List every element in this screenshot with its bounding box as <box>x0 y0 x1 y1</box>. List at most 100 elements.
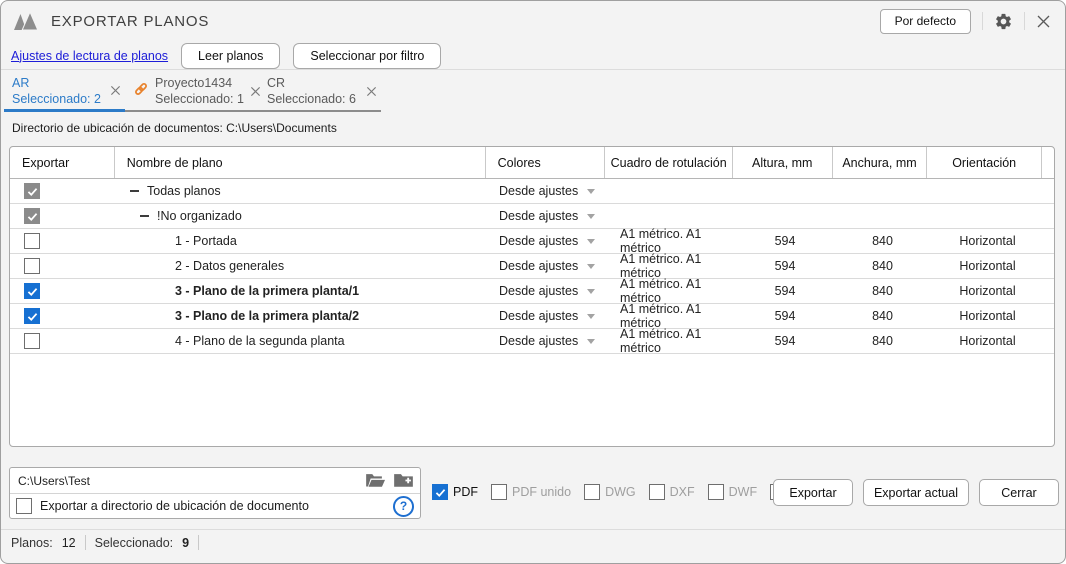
tab-close-icon[interactable] <box>366 86 377 97</box>
plan-name: 3 - Plano de la primera planta/1 <box>175 284 359 298</box>
colores-dropdown[interactable]: Desde ajustes <box>487 254 607 278</box>
colores-dropdown[interactable]: Desde ajustes <box>487 229 607 253</box>
column-header[interactable]: Nombre de plano <box>115 147 486 178</box>
collapse-icon[interactable] <box>130 190 139 192</box>
plan-name: !No organizado <box>157 209 242 223</box>
table-row[interactable]: Todas planos Desde ajustes <box>10 179 1054 204</box>
column-header[interactable]: Cuadro de rotulación <box>605 147 733 178</box>
row-checkbox[interactable] <box>24 258 40 274</box>
colores-dropdown[interactable]: Desde ajustes <box>487 204 607 228</box>
colores-dropdown[interactable]: Desde ajustes <box>487 329 607 353</box>
table-body: Todas planos Desde ajustes !No organizado D… <box>10 179 1054 354</box>
plans-table: ExportarNombre de planoColoresCuadro de … <box>9 146 1055 447</box>
document-tab[interactable]: ARSeleccionado: 2 <box>4 72 125 112</box>
plan-name: Todas planos <box>147 184 221 198</box>
settings-gear-icon[interactable] <box>994 12 1013 31</box>
export-button[interactable]: Exportar <box>773 479 853 506</box>
select-by-filter-button[interactable]: Seleccionar por filtro <box>293 43 441 69</box>
reading-settings-link[interactable]: Ajustes de lectura de planos <box>11 49 168 63</box>
altura-cell <box>735 204 835 228</box>
table-row[interactable]: 4 - Plano de la segunda planta Desde ajus… <box>10 329 1054 354</box>
default-button[interactable]: Por defecto <box>880 9 971 34</box>
format-label: PDF unido <box>512 485 571 499</box>
colores-value: Desde ajustes <box>499 184 578 198</box>
format-checkbox[interactable] <box>708 484 724 500</box>
cuadro-cell: A1 métrico. A1 métrico <box>607 304 735 328</box>
plan-name-cell: 3 - Plano de la primera planta/1 <box>115 279 487 303</box>
colores-dropdown[interactable]: Desde ajustes <box>487 304 607 328</box>
chevron-down-icon <box>587 289 595 294</box>
dialog-title: EXPORTAR PLANOS <box>51 13 209 30</box>
table-row[interactable]: !No organizado Desde ajustes <box>10 204 1054 229</box>
close-button[interactable]: Cerrar <box>979 479 1059 506</box>
cuadro-cell: A1 métrico. A1 métrico <box>607 279 735 303</box>
row-filler <box>1045 304 1054 328</box>
row-checkbox[interactable] <box>24 283 40 299</box>
format-checkbox[interactable] <box>649 484 665 500</box>
colores-value: Desde ajustes <box>499 334 578 348</box>
window-close-icon[interactable] <box>1036 14 1051 29</box>
format-option[interactable]: DWG <box>584 484 636 500</box>
tab-status: Seleccionado: 2 <box>12 91 101 107</box>
column-header[interactable]: Exportar <box>10 147 115 178</box>
row-checkbox[interactable] <box>24 183 40 199</box>
titlebar-controls: Por defecto <box>880 9 1051 34</box>
format-checkbox[interactable] <box>432 484 448 500</box>
tab-name: Proyecto1434 <box>155 75 244 91</box>
tab-name: AR <box>12 75 101 91</box>
row-checkbox[interactable] <box>24 333 40 349</box>
colores-dropdown[interactable]: Desde ajustes <box>487 179 607 203</box>
help-icon[interactable] <box>393 496 414 517</box>
format-checkbox[interactable] <box>584 484 600 500</box>
browse-folder-icon[interactable] <box>365 472 386 489</box>
table-row[interactable]: 2 - Datos generalesDesde ajustesA1 métri… <box>10 254 1054 279</box>
plan-name-cell: 1 - Portada <box>115 229 487 253</box>
orientacion-cell <box>930 204 1045 228</box>
tab-text: Proyecto1434Seleccionado: 1 <box>155 75 244 107</box>
new-folder-icon[interactable] <box>393 472 414 489</box>
row-checkbox-cell <box>10 279 115 303</box>
table-row[interactable]: 3 - Plano de la primera planta/2Desde aj… <box>10 304 1054 329</box>
plan-name-cell: Todas planos <box>115 179 487 203</box>
colores-value: Desde ajustes <box>499 284 578 298</box>
read-plans-button[interactable]: Leer planos <box>181 43 280 69</box>
column-header[interactable]: Orientación <box>927 147 1042 178</box>
anchura-cell: 840 <box>835 304 930 328</box>
tab-status: Seleccionado: 1 <box>155 91 244 107</box>
format-option[interactable]: DXF <box>649 484 695 500</box>
export-path-input[interactable]: C:\Users\Test <box>18 474 358 488</box>
table-row[interactable]: 3 - Plano de la primera planta/1 Desde aj… <box>10 279 1054 304</box>
row-checkbox[interactable] <box>24 208 40 224</box>
column-header[interactable]: Altura, mm <box>733 147 833 178</box>
tab-close-icon[interactable] <box>110 85 121 96</box>
export-current-button[interactable]: Exportar actual <box>863 479 969 506</box>
row-checkbox-cell <box>10 229 115 253</box>
plans-count-label: Planos: <box>11 536 53 550</box>
export-to-doc-dir-label: Exportar a directorio de ubicación de do… <box>40 499 309 513</box>
row-checkbox[interactable] <box>24 233 40 249</box>
orientacion-cell: Horizontal <box>930 254 1045 278</box>
altura-cell: 594 <box>735 329 835 353</box>
divider <box>1024 12 1025 30</box>
format-option[interactable]: PDF <box>432 484 478 500</box>
divider <box>1 69 1065 70</box>
orientacion-cell: Horizontal <box>930 329 1045 353</box>
format-checkbox[interactable] <box>491 484 507 500</box>
colores-dropdown[interactable]: Desde ajustes <box>487 279 607 303</box>
format-option[interactable]: DWF <box>708 484 757 500</box>
row-checkbox-cell <box>10 304 115 328</box>
table-header: ExportarNombre de planoColoresCuadro de … <box>10 147 1054 179</box>
column-header[interactable]: Colores <box>486 147 606 178</box>
altura-cell: 594 <box>735 304 835 328</box>
plan-name-cell: 4 - Plano de la segunda planta <box>115 329 487 353</box>
export-to-doc-dir-checkbox[interactable] <box>16 498 32 514</box>
table-row[interactable]: 1 - PortadaDesde ajustesA1 métrico. A1 m… <box>10 229 1054 254</box>
plan-name-cell: !No organizado <box>115 204 487 228</box>
row-checkbox[interactable] <box>24 308 40 324</box>
format-option[interactable]: PDF unido <box>491 484 571 500</box>
column-header[interactable]: Anchura, mm <box>833 147 928 178</box>
document-tab[interactable]: CRSeleccionado: 6 <box>259 72 381 112</box>
collapse-icon[interactable] <box>140 215 149 217</box>
document-tab[interactable]: Proyecto1434Seleccionado: 1 <box>125 72 259 112</box>
cuadro-cell <box>607 204 735 228</box>
